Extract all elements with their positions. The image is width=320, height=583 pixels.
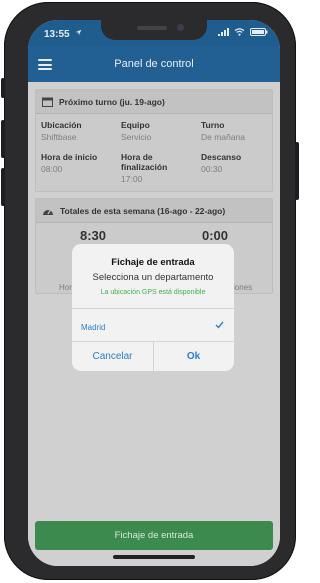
- phone-frame: 13:55 Panel de control Próximo turno (ju…: [1, 2, 299, 580]
- hours-label: Hor: [59, 283, 72, 292]
- week-totals-header: Totales de esta semana (16-ago - 22-ago): [36, 199, 272, 223]
- page-title: Panel de control: [114, 58, 194, 70]
- field-shift: Turno De mañana: [201, 120, 245, 142]
- next-shift-title: Próximo turno (ju. 19-ago): [59, 96, 165, 107]
- status-time: 13:55: [44, 29, 70, 40]
- field-start-time: Hora de inicio 08:00: [41, 152, 98, 174]
- volume-down-button: [1, 168, 5, 206]
- ok-button[interactable]: Ok: [153, 341, 234, 371]
- department-option-madrid[interactable]: Madrid: [81, 323, 105, 332]
- notch: [101, 20, 207, 40]
- mute-switch: [1, 78, 5, 98]
- gps-status: La ubicación GPS está disponible: [100, 289, 206, 296]
- calendar-icon: [42, 97, 53, 107]
- field-end-time: Hora de finalización 17:00: [121, 152, 168, 184]
- checkmark-icon: [215, 321, 224, 332]
- corrections-value: 0:00: [202, 228, 229, 243]
- volume-up-button: [1, 120, 5, 158]
- dialog-divider: [72, 308, 234, 309]
- check-in-button[interactable]: Fichaje de entrada: [35, 521, 273, 550]
- location-arrow-icon: [75, 28, 82, 38]
- home-indicator[interactable]: [113, 555, 195, 559]
- battery-icon: [250, 28, 268, 36]
- status-indicators: [218, 28, 268, 36]
- week-totals-title: Totales de esta semana (16-ago - 22-ago): [60, 205, 226, 216]
- speedometer-icon: [43, 209, 53, 215]
- dialog-subtitle: Selecciona un departamento: [92, 272, 214, 283]
- cancel-button[interactable]: Cancelar: [72, 341, 153, 371]
- hours-value: 8:30: [80, 228, 107, 243]
- power-button: [295, 142, 299, 200]
- check-in-dialog: Fichaje de entrada Selecciona un departa…: [72, 244, 234, 371]
- next-shift-header: Próximo turno (ju. 19-ago): [36, 90, 272, 114]
- field-location: Ubicación Shiftbase: [41, 120, 82, 142]
- nav-bar: Panel de control: [28, 46, 280, 82]
- wifi-icon: [234, 28, 245, 36]
- dialog-title: Fichaje de entrada: [111, 257, 195, 268]
- field-break: Descanso 00:30: [201, 152, 242, 174]
- screen: 13:55 Panel de control Próximo turno (ju…: [28, 20, 280, 566]
- next-shift-card: Próximo turno (ju. 19-ago) Ubicación Shi…: [35, 89, 273, 192]
- signal-icon: [218, 28, 229, 36]
- field-team: Equipo Servicio: [121, 120, 152, 142]
